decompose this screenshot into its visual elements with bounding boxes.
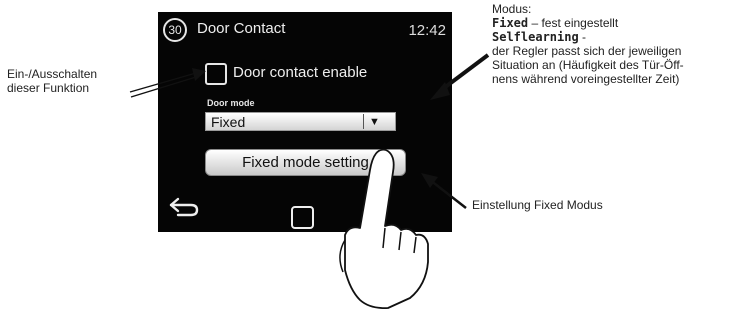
selflearning-description: - [578, 30, 587, 44]
annotation-line: Modus: [492, 2, 532, 16]
annotation-line: nens während voreingestellter Zeit) [492, 72, 680, 86]
left-pointer-arrow [129, 68, 206, 98]
annotation-line: dieser Funktion [7, 81, 90, 95]
fixed-setting-pointer-arrow [421, 173, 467, 209]
mode-pointer-arrow [430, 53, 490, 100]
pointing-hand-icon [339, 148, 429, 309]
annotation-mode: Modus: Fixed – fest eingestellt Selflear… [492, 2, 750, 86]
annotation-enable-function: Ein-/Ausschalten dieser Funktion [7, 67, 97, 95]
fixed-term: Fixed [492, 16, 529, 30]
annotation-fixed-mode-setting: Einstellung Fixed Modus [472, 198, 603, 212]
fixed-description: – fest eingestellt [528, 16, 619, 30]
annotation-line: Ein-/Ausschalten [7, 67, 98, 81]
annotation-line: der Regler passt sich der jeweiligen [492, 44, 682, 58]
selflearning-term: Selflearning [492, 30, 579, 44]
annotation-selflearning-line: Selflearning - [492, 30, 750, 44]
annotation-line: Situation an (Häufigkeit des Tür-Öff- [492, 58, 684, 72]
annotation-fixed-line: Fixed – fest eingestellt [492, 16, 750, 30]
